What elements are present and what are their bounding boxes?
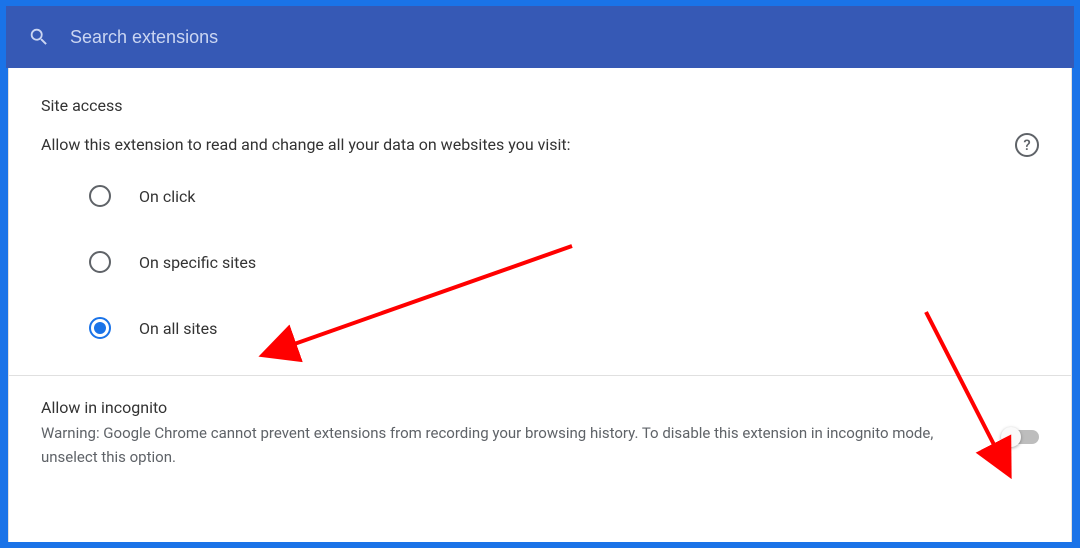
radio-on-all-sites[interactable]: On all sites [89,317,1039,339]
allow-incognito-title: Allow in incognito [41,398,983,417]
allow-incognito-toggle[interactable] [1003,430,1039,444]
search-bar [6,6,1074,68]
search-icon [28,26,50,48]
settings-panel: Site access Allow this extension to read… [8,68,1072,542]
radio-on-click[interactable]: On click [89,185,1039,207]
radio-icon [89,185,111,207]
radio-icon [89,251,111,273]
allow-incognito-section: Allow in incognito Warning: Google Chrom… [9,376,1071,489]
radio-label: On specific sites [139,253,256,272]
radio-label: On all sites [139,319,217,338]
radio-icon [89,317,111,339]
site-access-radio-group: On click On specific sites On all sites [41,185,1039,339]
window-frame: Site access Allow this extension to read… [0,0,1080,548]
help-icon[interactable]: ? [1015,133,1039,157]
search-input[interactable] [70,27,1052,48]
allow-incognito-warning: Warning: Google Chrome cannot prevent ex… [41,421,983,469]
site-access-description: Allow this extension to read and change … [41,134,571,156]
toggle-knob [1001,427,1021,447]
radio-on-specific-sites[interactable]: On specific sites [89,251,1039,273]
radio-label: On click [139,187,195,206]
site-access-title: Site access [41,96,1039,115]
site-access-section: Site access Allow this extension to read… [9,68,1071,375]
